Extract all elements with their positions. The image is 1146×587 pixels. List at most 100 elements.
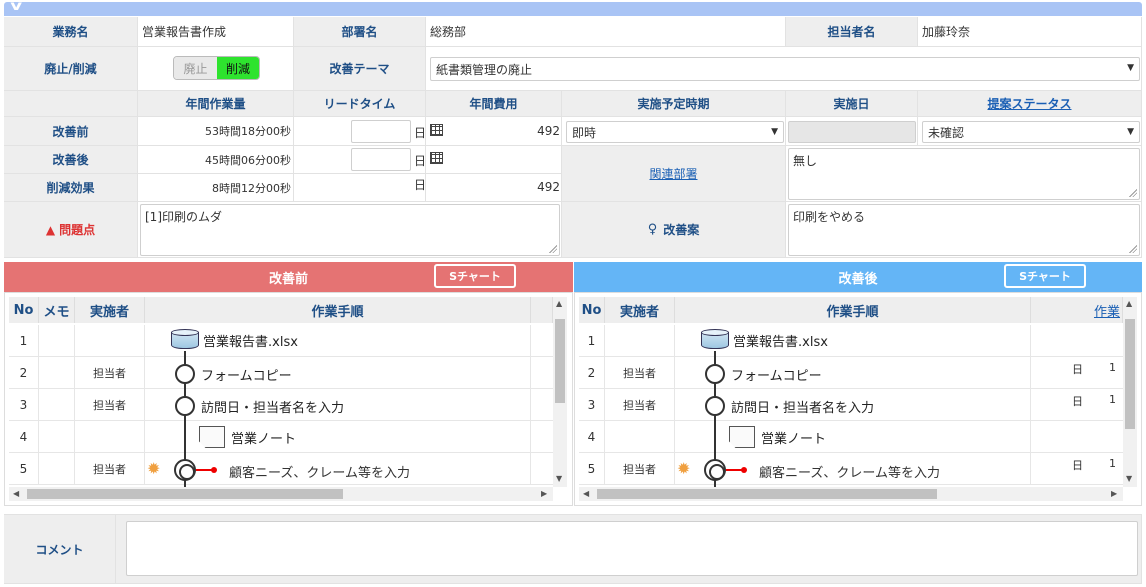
step-label: 営業ノート bbox=[761, 431, 827, 447]
comment-textarea[interactable] bbox=[126, 521, 1138, 576]
related-dept-textarea[interactable]: 無し bbox=[788, 148, 1140, 200]
flow-step[interactable]: 訪問日・担当者名を入力 bbox=[705, 396, 874, 416]
vertical-scrollbar[interactable]: ▲ ▼ bbox=[553, 297, 567, 487]
row-extra: 1 bbox=[1109, 457, 1116, 470]
after-panel-title: 改善後 bbox=[838, 271, 878, 287]
step-label: 訪問日・担当者名を入力 bbox=[731, 400, 875, 416]
table-row[interactable]: 1 bbox=[579, 325, 1123, 357]
dropdown-arrow-icon: ▼ bbox=[1127, 127, 1134, 137]
row-actor: 担当者 bbox=[75, 357, 145, 388]
flow-step[interactable]: フォームコピー bbox=[175, 364, 292, 384]
abolish-reduce-label: 廃止/削減 bbox=[4, 47, 138, 91]
comment-label: コメント bbox=[4, 514, 116, 584]
flow-step-doc[interactable]: 営業ノート bbox=[199, 426, 296, 448]
lightbulb-icon: ♀ bbox=[647, 222, 658, 237]
row-no: 4 bbox=[9, 421, 39, 452]
before-lead-input[interactable] bbox=[351, 120, 411, 143]
proposal-value: 印刷をやめる bbox=[793, 210, 866, 224]
problem-value: [1]印刷のムダ bbox=[145, 210, 222, 224]
after-lead-input[interactable] bbox=[351, 148, 411, 171]
table-row[interactable]: 2 担当者 日 1 bbox=[579, 357, 1123, 389]
problem-textarea[interactable]: [1]印刷のムダ bbox=[140, 204, 560, 256]
process-circle-icon bbox=[175, 396, 195, 416]
planned-select[interactable]: 即時 ▼ bbox=[566, 121, 784, 143]
theme-select[interactable]: 紙書類管理の廃止 ▼ bbox=[430, 57, 1140, 81]
proposal-status-link[interactable]: 提案ステータス bbox=[987, 95, 1071, 112]
horizontal-scrollbar[interactable]: ◀ ▶ bbox=[579, 487, 1123, 501]
step-label: 営業報告書.xlsx bbox=[203, 334, 298, 350]
database-icon bbox=[701, 329, 729, 351]
red-dot-icon bbox=[741, 467, 747, 473]
toggle-reduce[interactable]: 削減 bbox=[217, 57, 259, 79]
collapse-bar[interactable]: v bbox=[4, 0, 1142, 16]
row-no: 3 bbox=[9, 389, 39, 420]
calculator-icon[interactable] bbox=[430, 124, 443, 136]
scroll-down-icon[interactable]: ▼ bbox=[556, 474, 562, 483]
related-dept-link[interactable]: 関連部署 bbox=[649, 165, 697, 182]
step-label: フォームコピー bbox=[731, 368, 822, 384]
effect-lead-cell bbox=[294, 174, 426, 202]
before-panel-title: 改善前 bbox=[268, 271, 308, 287]
row-actor bbox=[605, 421, 675, 452]
table-row[interactable]: 4 bbox=[579, 421, 1123, 453]
before-hours: 53時間18分00秒 bbox=[138, 117, 294, 146]
scroll-down-icon[interactable]: ▼ bbox=[1126, 474, 1132, 483]
scroll-thumb[interactable] bbox=[555, 319, 565, 403]
abolish-reduce-toggle[interactable]: 廃止 削減 bbox=[173, 56, 260, 80]
col-extra-link[interactable]: 作業 bbox=[1094, 301, 1120, 320]
effect-day-unit: 日 bbox=[414, 178, 427, 192]
effect-hours: 8時間12分00秒 bbox=[138, 174, 294, 202]
calculator-icon[interactable] bbox=[430, 152, 443, 164]
flow-step-doc[interactable]: 営業ノート bbox=[729, 426, 826, 448]
scroll-right-icon[interactable]: ▶ bbox=[541, 489, 547, 498]
col-extra bbox=[531, 297, 553, 323]
scroll-thumb[interactable] bbox=[27, 489, 343, 499]
chevron-down-icon[interactable]: v bbox=[10, 0, 22, 14]
horizontal-scrollbar[interactable]: ◀ ▶ bbox=[9, 487, 553, 501]
problem-label: 問題点 bbox=[59, 223, 96, 237]
toggle-abolish[interactable]: 廃止 bbox=[174, 57, 217, 79]
scroll-up-icon[interactable]: ▲ bbox=[1126, 299, 1132, 308]
effect-label: 削減効果 bbox=[4, 174, 138, 202]
row-day: 日 bbox=[1072, 363, 1083, 376]
step-label: 営業ノート bbox=[231, 431, 297, 447]
proposal-textarea[interactable]: 印刷をやめる bbox=[788, 204, 1140, 256]
step-label: 顧客ニーズ、クレーム等を入力 bbox=[229, 466, 410, 481]
flow-step-file[interactable]: 営業報告書.xlsx bbox=[701, 329, 828, 351]
row-actor: 担当者 bbox=[605, 453, 675, 484]
theme-label: 改善テーマ bbox=[294, 47, 426, 91]
exec-date-input bbox=[788, 121, 916, 143]
resize-grip-icon[interactable] bbox=[1129, 189, 1137, 197]
row-actor: 担当者 bbox=[605, 389, 675, 420]
scroll-thumb[interactable] bbox=[1125, 319, 1135, 429]
row-no: 4 bbox=[579, 421, 605, 452]
department-label: 部署名 bbox=[294, 17, 426, 47]
row-extra: 1 bbox=[1109, 361, 1116, 374]
after-schart-button[interactable]: Sチャート bbox=[1004, 264, 1086, 288]
flow-step-file[interactable]: 営業報告書.xlsx bbox=[171, 329, 298, 351]
resize-grip-icon[interactable] bbox=[549, 245, 557, 253]
row-memo bbox=[39, 453, 75, 484]
scroll-thumb[interactable] bbox=[597, 489, 937, 499]
scroll-up-icon[interactable]: ▲ bbox=[556, 299, 562, 308]
scroll-left-icon[interactable]: ◀ bbox=[13, 489, 19, 498]
row-actor bbox=[605, 325, 675, 356]
col-extra: 作業 bbox=[1031, 297, 1123, 323]
col-annual-hours: 年間作業量 bbox=[138, 91, 294, 117]
col-actor: 実施者 bbox=[605, 297, 675, 323]
warning-icon: ▲ bbox=[45, 222, 56, 237]
flow-step[interactable]: 訪問日・担当者名を入力 bbox=[175, 396, 344, 416]
department-value: 総務部 bbox=[426, 17, 786, 47]
after-day-unit: 日 bbox=[414, 154, 427, 168]
scroll-right-icon[interactable]: ▶ bbox=[1111, 489, 1117, 498]
row-no: 5 bbox=[9, 453, 39, 484]
vertical-scrollbar[interactable]: ▲ ▼ bbox=[1123, 297, 1137, 487]
resize-grip-icon[interactable] bbox=[1129, 245, 1137, 253]
status-select[interactable]: 未確認 ▼ bbox=[922, 121, 1140, 143]
scroll-left-icon[interactable]: ◀ bbox=[583, 489, 589, 498]
row-no: 2 bbox=[9, 357, 39, 388]
document-icon bbox=[199, 426, 225, 448]
before-schart-button[interactable]: Sチャート bbox=[434, 264, 516, 288]
flow-step[interactable]: フォームコピー bbox=[705, 364, 822, 384]
related-dept-label-cell: 関連部署 bbox=[562, 146, 786, 202]
